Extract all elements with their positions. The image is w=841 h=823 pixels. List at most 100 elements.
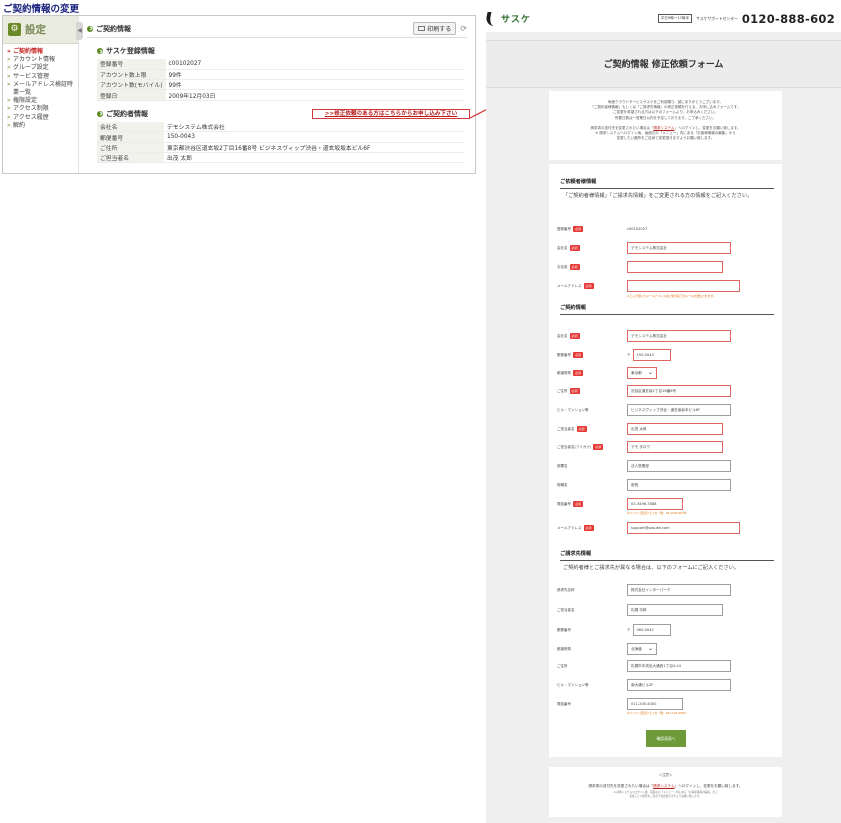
sidebar-nav: ご契約情報 アカウント情報 グループ設定 サービス管理 メールアドレス検証時業一… xyxy=(3,44,78,130)
billing-pref-row: 都道府県 北海道 ⌄ xyxy=(557,643,657,655)
required-badge: 必須 xyxy=(569,388,580,394)
contract-email-input[interactable]: support@sasuke.com xyxy=(627,522,740,534)
contract-address-input[interactable]: 渋谷区道玄坂2丁目16番8号 xyxy=(627,385,731,397)
modification-request-link[interactable]: >>修正依頼のある方はこちらからお申し込み下さい xyxy=(312,109,470,119)
required-badge: 必須 xyxy=(569,264,580,270)
contract-pref-select[interactable]: 東京都 ⌄ xyxy=(627,367,657,379)
contract-zip-row: 郵便番号 必須 〒 150-0043 xyxy=(557,349,671,361)
contract-phone-hint: ※ハイフン区切りで入力（例：03-1234-5678） xyxy=(627,511,689,515)
billing-heading: ご請求先情報 xyxy=(560,550,774,561)
contract-dept-input[interactable]: 法人営業部 xyxy=(627,460,731,472)
requester-heading: ご依頼者様情報 xyxy=(560,164,774,189)
contract-title-row: 役職名 部長 xyxy=(557,479,731,491)
contract-email-row: メールアドレス 必須 support@sasuke.com xyxy=(557,522,740,534)
postal-mark: 〒 xyxy=(627,627,631,632)
refresh-icon[interactable]: ⟳ xyxy=(460,24,467,33)
billing-building-row: ビル・マンション等 南大通ビル2F xyxy=(557,679,731,691)
logo[interactable]: サスケ xyxy=(486,11,531,26)
contract-title-input[interactable]: 部長 xyxy=(627,479,731,491)
table-row: ご担当者名 出茂 太郎 xyxy=(97,152,465,164)
contract-phone-row: 電話番号 必須 03-3496-7888 xyxy=(557,498,683,510)
billing-person-row: ご担当者名 札幌 次郎 xyxy=(557,604,723,616)
billing-name-input[interactable]: 株式会社インターパーク xyxy=(627,584,731,596)
table-row: 郵便番号 150-0043 xyxy=(97,131,465,143)
sidebar-item-contract-info[interactable]: ご契約情報 xyxy=(7,48,78,56)
requester-name-row: お名前 必須 xyxy=(557,261,723,273)
sidebar-item-group-settings[interactable]: グループ設定 xyxy=(7,64,78,72)
settings-icon: ⚙ xyxy=(8,23,21,36)
bullet-icon xyxy=(97,110,103,117)
sidebar-item-access-restriction[interactable]: アクセス制限 xyxy=(7,105,78,113)
sidebar-item-access-history[interactable]: アクセス履歴 xyxy=(7,114,78,122)
chevron-down-icon: ⌄ xyxy=(647,369,653,376)
requester-company-row: 会社名 必須 デモシステム株式会社 xyxy=(557,242,731,254)
billing-address-row: ご住所 札幌市中央区大通西1丁目4-14 xyxy=(557,660,731,672)
contract-heading: ご契約情報 xyxy=(560,304,774,315)
confirm-button[interactable]: 確認画面へ xyxy=(646,730,686,747)
table-row: 登録日 2009年12月03日 xyxy=(97,89,465,101)
phone-number[interactable]: 0120-888-602 xyxy=(742,12,835,26)
requester-email-input[interactable] xyxy=(627,280,740,292)
form-hero-title: ご契約情報 修正依頼フォーム xyxy=(486,40,841,88)
contractor-table: 会社名 デモシステム株式会社 郵便番号 150-0043 ご住所 東京都渋谷区道玄坂2… xyxy=(97,121,465,164)
required-badge: 必須 xyxy=(573,370,584,376)
sidebar-item-service-management[interactable]: サービス管理 xyxy=(7,73,78,81)
billing-address-input[interactable]: 札幌市中央区大通西1丁目4-14 xyxy=(627,660,731,672)
section-bar: ご契約情報 印刷する ⟳ xyxy=(87,20,467,38)
contract-zip-input[interactable]: 150-0043 xyxy=(632,349,671,361)
contract-person-input[interactable]: 出茂 太郎 xyxy=(627,423,723,435)
billing-zip-input[interactable]: 060-0042 xyxy=(632,624,671,636)
requester-company-input[interactable]: デモシステム株式会社 xyxy=(627,242,731,254)
sidebar-item-email-verification[interactable]: メールアドレス検証時業一覧 xyxy=(7,81,78,97)
section-title: ご契約情報 xyxy=(87,24,131,34)
contract-kana-row: ご担当者名(フリガナ) 必須 デモ タロウ xyxy=(557,441,723,453)
contract-phone-input[interactable]: 03-3496-7888 xyxy=(627,498,683,510)
billing-phone-input[interactable]: 011-200-4000 xyxy=(627,698,683,710)
notice-billing-system-link[interactable]: 請求システム xyxy=(653,784,674,788)
notice-line: 請求書の送付先を変更されたい場合は「請求システム」へログインし、変更をお願い致し… xyxy=(588,784,743,788)
contract-company-input[interactable]: デモシステム株式会社 xyxy=(627,330,731,342)
billing-person-input[interactable]: 札幌 次郎 xyxy=(627,604,723,616)
billing-note: ご契約者様とご請求先が異なる場合は、以下のフォームにご記入ください。 xyxy=(563,565,740,571)
chevron-down-icon: ⌄ xyxy=(647,645,653,652)
registration-table: 登録番号 c00102027 アカウント数上限 99件 アカウント数(モバイル) 99… xyxy=(97,59,465,101)
intro-card: 毎度クラウドサービスサスケをご利用賜り、誠にありがとうございます。 「ご契約者様… xyxy=(549,91,782,160)
billing-phone-row: 電話番号 011-200-4000 xyxy=(557,698,683,710)
notice-sub-line: 変更したい箇所をご自身で変更頂きますようお願い致します。 xyxy=(629,795,702,798)
required-badge: 必須 xyxy=(569,333,580,339)
contract-pref-row: 都道府県 必須 東京都 ⌄ xyxy=(557,367,657,379)
requester-email-row: メールアドレス 必須 xyxy=(557,280,740,292)
requester-note: 「ご契約者様情報」「ご請求先情報」をご変更される方の情報をご記入ください。 xyxy=(563,193,753,199)
billing-phone-hint: ※ハイフン区切りで入力（例：011-123-4567） xyxy=(627,711,689,715)
contract-address-row: ご住所 必須 渋谷区道玄坂2丁目16番8号 xyxy=(557,385,731,397)
contract-building-input[interactable]: ビジネスヴィップ渋谷・道玄坂坂本ビル6F xyxy=(627,404,731,416)
required-badge: 必須 xyxy=(573,352,584,358)
table-row: アカウント数上限 99件 xyxy=(97,69,465,81)
notice-card: ＜注意＞ 請求書の送付先を変更されたい場合は「請求システム」へログインし、変更を… xyxy=(549,767,782,817)
requester-name-input[interactable] xyxy=(627,261,723,273)
requester-regno-value: c00102027 xyxy=(627,227,648,231)
required-badge: 必須 xyxy=(583,283,594,289)
sidebar-title: 設定 xyxy=(25,24,46,36)
logo-mark-icon xyxy=(486,11,500,26)
table-row: アカウント数(モバイル) 99件 xyxy=(97,79,465,91)
required-badge: 必須 xyxy=(583,525,594,531)
notice-title: ＜注意＞ xyxy=(658,773,673,777)
admin-window: ⚙ 設定 ◀ ご契約情報 アカウント情報 グループ設定 サービス管理 メールアド… xyxy=(2,15,476,174)
billing-system-link[interactable]: 請求システム xyxy=(653,126,674,130)
billing-building-input[interactable]: 南大通ビル2F xyxy=(627,679,731,691)
billing-pref-select[interactable]: 北海道 ⌄ xyxy=(627,643,657,655)
request-form-page: サスケ 平日9時〜17時半 サスケサポートセンター 0120-888-602 ご… xyxy=(486,5,841,823)
print-button[interactable]: 印刷する xyxy=(413,22,457,35)
intro-line: 所要日数は一営業日以内を予定しております。ご了承ください。 xyxy=(615,115,716,120)
registration-title: サスケ登録情報 xyxy=(97,46,467,56)
billing-name-row: 請求先名称 株式会社インターパーク xyxy=(557,584,731,596)
table-row: 登録番号 c00102027 xyxy=(97,59,465,70)
sidebar-item-cancel[interactable]: 解約 xyxy=(7,122,78,130)
contract-building-row: ビル・マンション等 ビジネスヴィップ渋谷・道玄坂坂本ビル6F xyxy=(557,404,731,416)
form-card: ご依頼者様情報 「ご契約者様情報」「ご請求先情報」をご変更される方の情報をご記入… xyxy=(549,164,782,757)
page-title: ご契約情報の変更 xyxy=(3,4,80,15)
intro-sub-line: 変更したい箇所をご自身で変更頂きますようお願い致します。 xyxy=(616,136,715,141)
collapse-sidebar-icon[interactable]: ◀ xyxy=(76,22,83,40)
contract-kana-input[interactable]: デモ タロウ xyxy=(627,441,723,453)
